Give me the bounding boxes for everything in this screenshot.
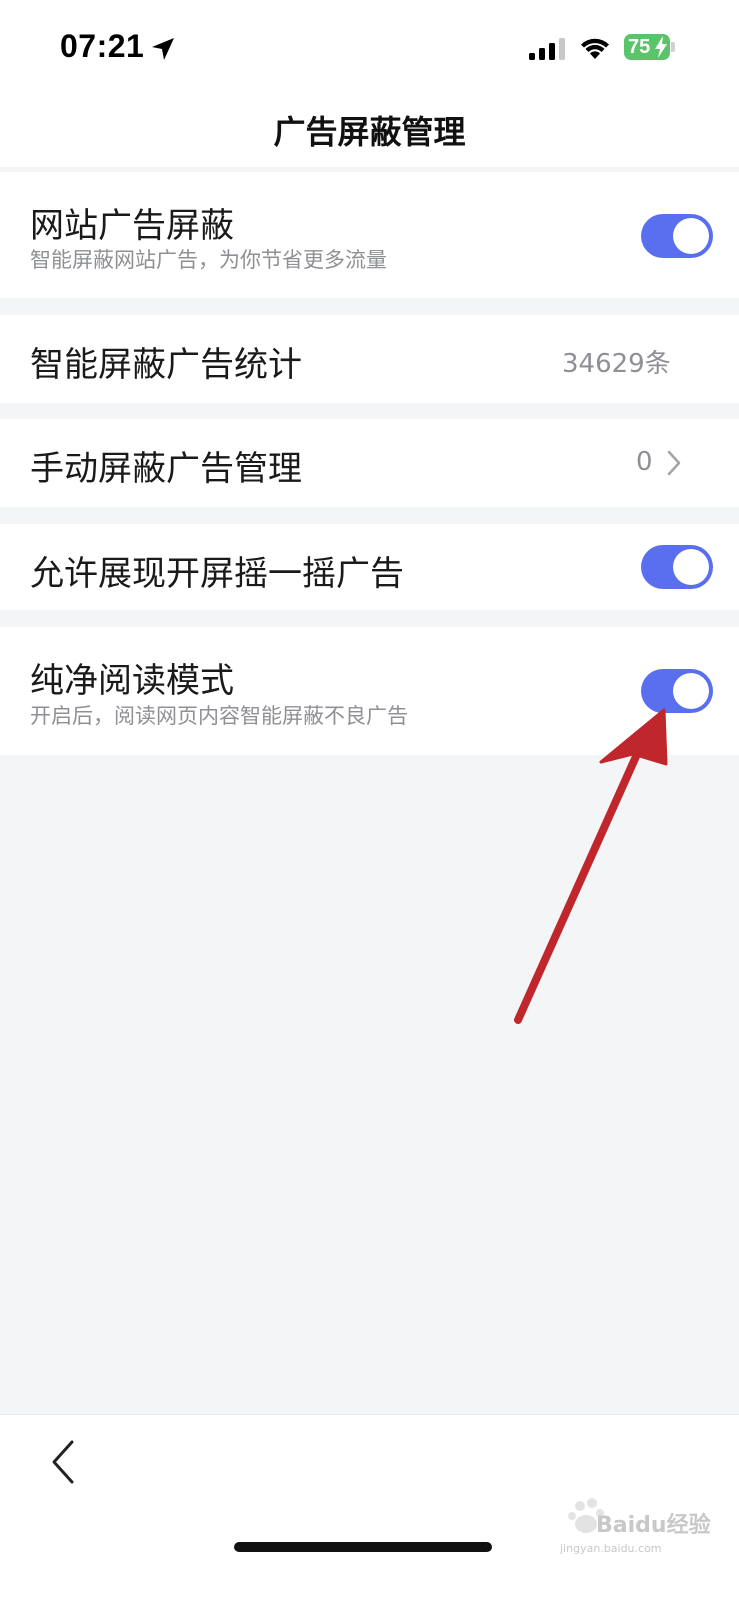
smart-block-stats-title: 智能屏蔽广告统计 [30, 345, 302, 385]
battery-cap [671, 42, 675, 52]
website-ad-block-title: 网站广告屏蔽 [30, 206, 234, 246]
chevron-right-icon [667, 450, 681, 476]
website-ad-block-row: 网站广告屏蔽 智能屏蔽网站广告，为你节省更多流量 [0, 172, 739, 298]
website-ad-block-toggle[interactable] [641, 214, 713, 258]
toggle-knob [673, 218, 709, 254]
watermark-brand: Baidu经验 [596, 1513, 711, 1538]
manual-block-row[interactable]: 手动屏蔽广告管理 0 [0, 419, 739, 507]
home-indicator[interactable] [234, 1542, 492, 1552]
toggle-knob [673, 549, 709, 585]
pure-reading-title: 纯净阅读模式 [30, 661, 234, 701]
manual-block-title: 手动屏蔽广告管理 [30, 449, 302, 489]
website-ad-block-subtitle: 智能屏蔽网站广告，为你节省更多流量 [30, 248, 387, 272]
back-button[interactable] [40, 1432, 88, 1492]
manual-block-count: 0 [636, 447, 653, 477]
shake-ad-title: 允许展现开屏摇一摇广告 [30, 554, 404, 594]
charging-bolt-icon [655, 36, 667, 58]
shake-ad-toggle[interactable] [641, 545, 713, 589]
smart-block-stats-row: 智能屏蔽广告统计 34629条 [0, 315, 739, 403]
pure-reading-subtitle: 开启后，阅读网页内容智能屏蔽不良广告 [30, 704, 408, 728]
location-arrow-icon [152, 38, 174, 60]
shake-ad-row: 允许展现开屏摇一摇广告 [0, 524, 739, 610]
pure-reading-row: 纯净阅读模式 开启后，阅读网页内容智能屏蔽不良广告 [0, 627, 739, 755]
screen: 07:21 75 广告屏蔽管理 网站广告屏蔽 智能屏蔽网站广告，为你节省更多流量 [0, 0, 739, 1600]
signal-icon [529, 38, 565, 60]
pure-reading-toggle[interactable] [641, 669, 713, 713]
page-title: 广告屏蔽管理 [273, 113, 466, 151]
toggle-knob [673, 673, 709, 709]
header: 广告屏蔽管理 [0, 95, 739, 167]
status-time: 07:21 [60, 28, 145, 64]
watermark-url: jingyan.baidu.com [560, 1542, 662, 1555]
smart-block-stats-value: 34629条 [562, 349, 671, 379]
wifi-icon [581, 38, 609, 59]
battery-level: 75 [628, 36, 651, 58]
status-bar: 07:21 75 [0, 0, 739, 95]
